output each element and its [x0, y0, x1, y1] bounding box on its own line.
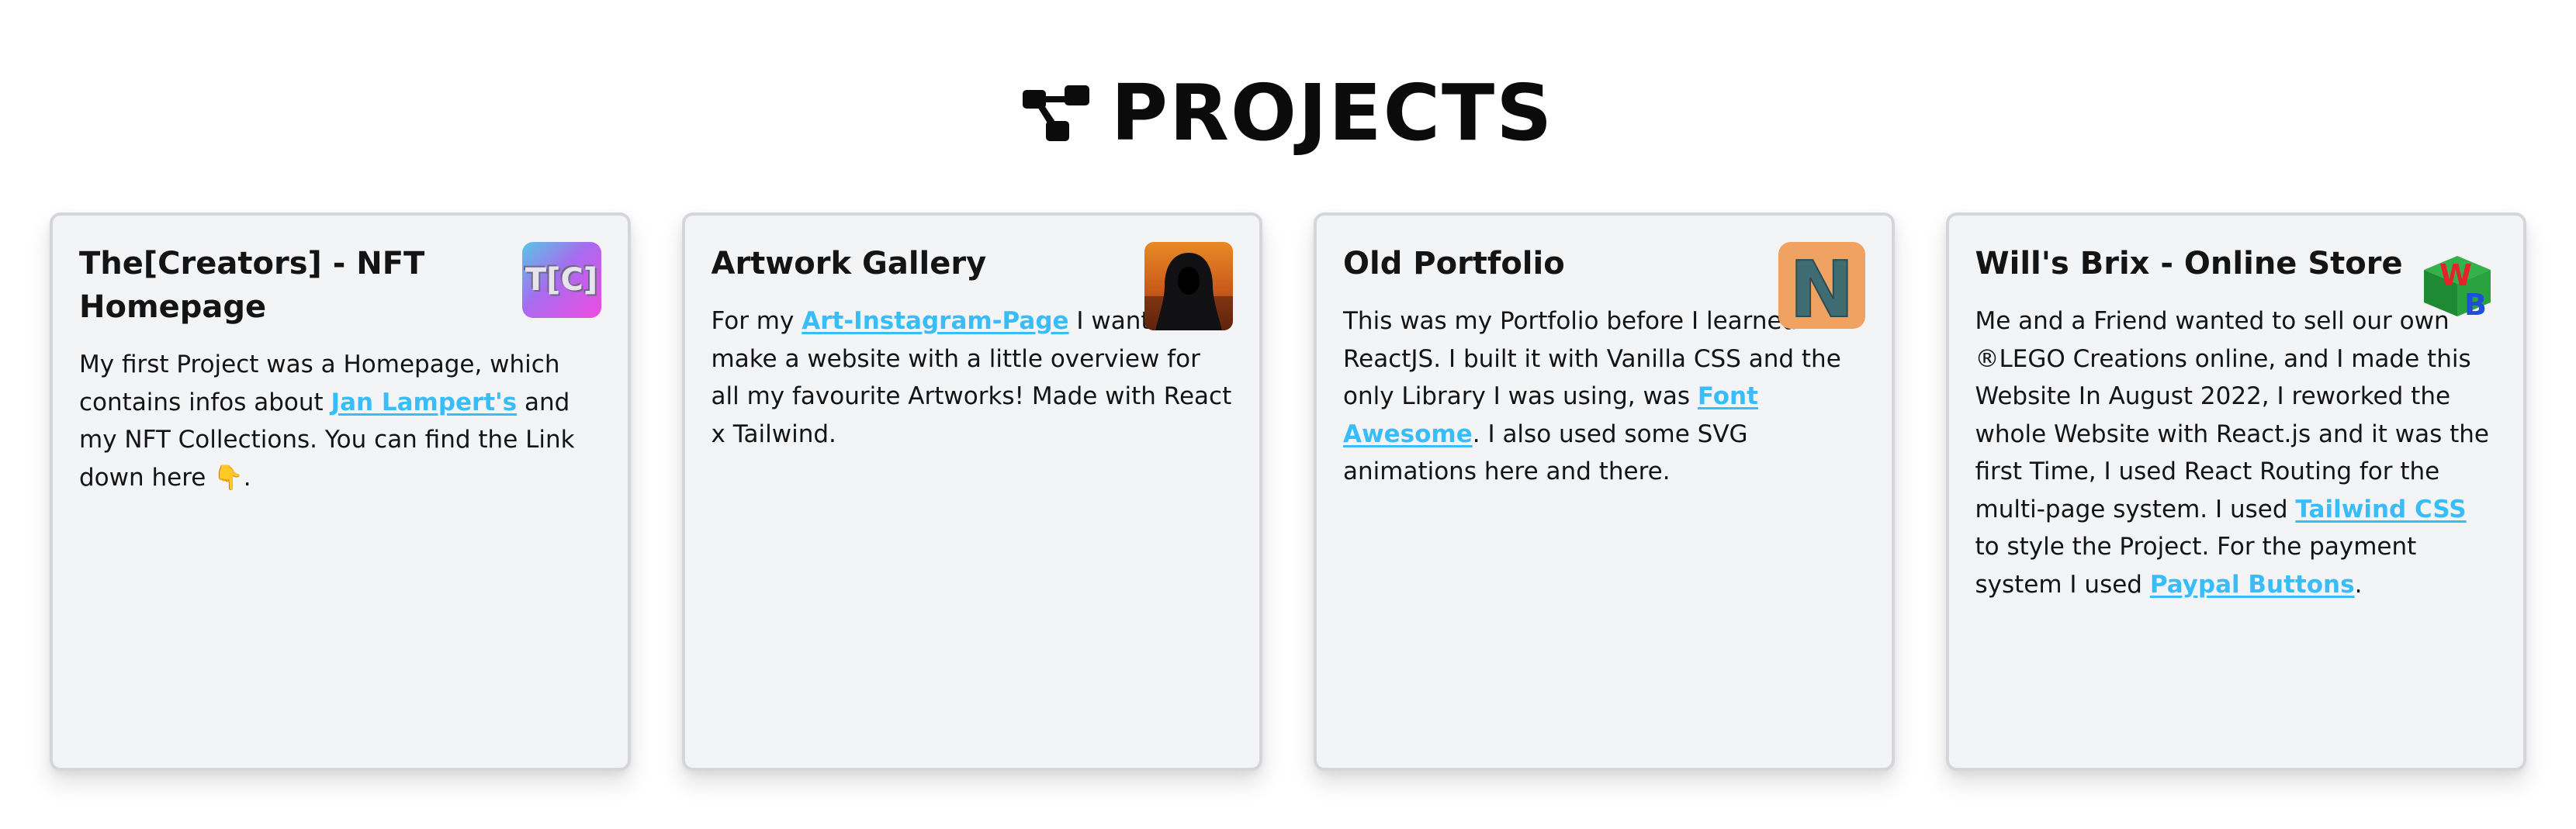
svg-text:B: B [2464, 288, 2487, 320]
desc-text: . [2354, 570, 2363, 599]
project-card-the-creators: The[Creators] - NFT Homepage T[C] My fir… [50, 212, 631, 771]
n-logo-drawing: N [1788, 244, 1855, 329]
tailwind-css-link[interactable]: Tailwind CSS [2295, 496, 2466, 523]
diagram-project-icon [1022, 85, 1089, 141]
page-title: PROJECTS [1110, 67, 1554, 158]
project-cards: The[Creators] - NFT Homepage T[C] My fir… [50, 212, 2526, 771]
desc-text: This was my Portfolio before I learned R… [1343, 307, 1841, 410]
desc-text: Me and a Friend wanted to sell our own ®… [1975, 307, 2489, 523]
n-logo-letter: N [1789, 244, 1854, 329]
desc-text: For my [711, 307, 802, 335]
project-card-wills-brix: Will's Brix - Online Store W B Me and a … [1945, 212, 2526, 771]
project-card-artwork-gallery: Artwork Gallery For my Art-Instagram-Pag… [681, 212, 1262, 771]
jan-lampert-link[interactable]: Jan Lampert's [331, 389, 518, 416]
logo-text: T[C] [525, 262, 598, 298]
card-description: Me and a Friend wanted to sell our own ®… [1975, 302, 2498, 603]
card-description: My first Project was a Homepage, which c… [79, 346, 601, 496]
paypal-buttons-link[interactable]: Paypal Buttons [2150, 571, 2355, 599]
wb-cube-logo-icon: W B [2418, 250, 2497, 320]
art-instagram-link[interactable]: Art-Instagram-Page [802, 307, 1068, 335]
tc-logo-icon: T[C] [521, 242, 601, 318]
hooded-figure-icon [1144, 242, 1233, 330]
hooded-figure-drawing [1144, 253, 1233, 330]
wb-cube-drawing: W B [2424, 256, 2491, 320]
projects-header: PROJECTS [0, 67, 2576, 160]
card-description: This was my Portfolio before I learned R… [1343, 302, 1865, 491]
project-card-old-portfolio: Old Portfolio N This was my Portfolio be… [1314, 212, 1895, 771]
n-logo-icon: N [1778, 242, 1865, 329]
